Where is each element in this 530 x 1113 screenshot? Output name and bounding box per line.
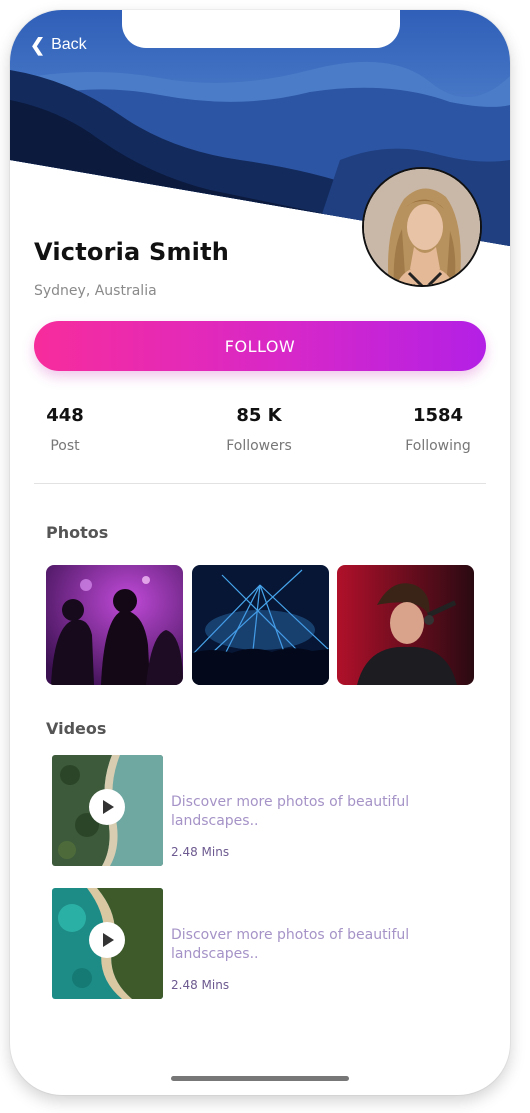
photo-singer[interactable] [337,565,474,685]
profile-name: Victoria Smith [34,238,230,266]
video-thumbnail[interactable] [52,888,163,999]
profile-location: Sydney, Australia [34,283,157,299]
stat-posts-value: 448 [46,405,84,426]
back-label: Back [51,36,87,53]
video-thumbnail[interactable] [52,755,163,866]
video-duration: 2.48 Mins [171,845,230,859]
stat-followers[interactable]: 85 K Followers [214,405,304,454]
home-indicator[interactable] [171,1076,349,1081]
device-notch [122,10,400,48]
phone-frame: ❮ Back Victoria Smith Sydney, Australia … [10,10,510,1095]
stat-following-label: Following [405,438,471,454]
play-icon [103,933,114,947]
stat-followers-value: 85 K [236,405,282,426]
play-button[interactable] [89,789,125,825]
video-duration: 2.48 Mins [171,978,230,992]
chevron-left-icon: ❮ [30,35,46,55]
photo-concert-lights[interactable] [192,565,329,685]
stat-followers-label: Followers [226,438,292,454]
stat-following[interactable]: 1584 Following [398,405,478,454]
video-description: Discover more photos of beautiful landsc… [171,794,410,829]
videos-title: Videos [46,719,107,738]
back-button[interactable]: ❮ Back [30,36,87,54]
divider [34,483,486,484]
play-button[interactable] [89,922,125,958]
stat-following-value: 1584 [412,405,464,426]
photos-title: Photos [46,523,109,542]
avatar[interactable] [362,167,482,287]
stat-posts-label: Post [50,438,80,454]
photo-party[interactable] [46,565,183,685]
play-icon [103,800,114,814]
video-description: Discover more photos of beautiful landsc… [171,927,410,962]
follow-button[interactable]: FOLLOW [34,321,486,371]
stat-posts[interactable]: 448 Post [35,405,95,454]
